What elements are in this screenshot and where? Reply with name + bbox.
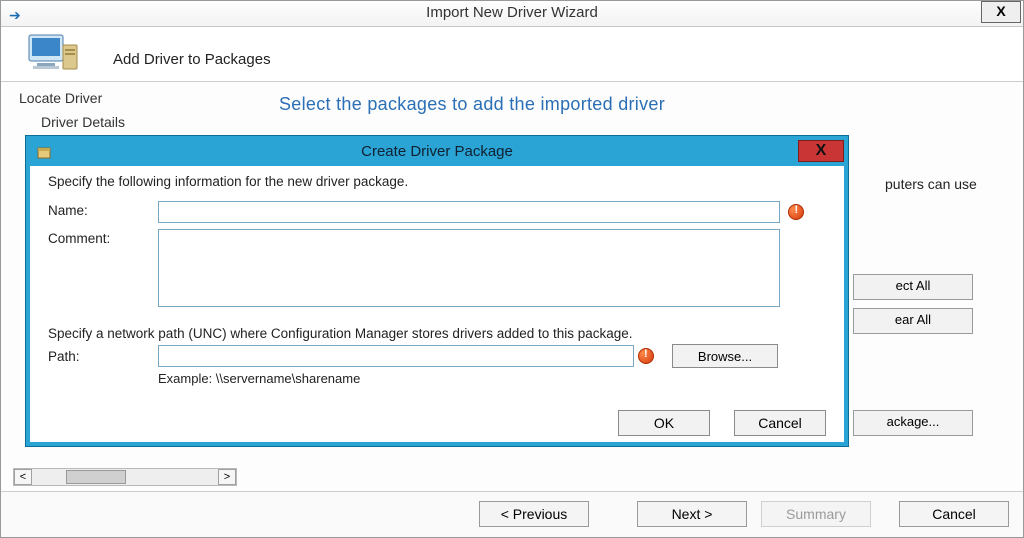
sidebar-horizontal-scrollbar[interactable]: < > bbox=[13, 468, 237, 486]
wizard-cancel-button[interactable]: Cancel bbox=[899, 501, 1009, 527]
wizard-close-button[interactable]: X bbox=[981, 1, 1021, 23]
path-row: Path: Browse... bbox=[48, 344, 826, 368]
name-error-icon bbox=[788, 204, 804, 220]
new-package-button[interactable]: ackage... bbox=[853, 410, 973, 436]
name-input[interactable] bbox=[158, 201, 780, 223]
path-label: Path: bbox=[48, 349, 158, 364]
dialog-body: Specify the following information for th… bbox=[30, 166, 844, 406]
comment-row: Comment: bbox=[48, 229, 826, 312]
clear-all-button[interactable]: ear All bbox=[853, 308, 973, 334]
ok-button[interactable]: OK bbox=[618, 410, 710, 436]
scroll-left-arrow-icon[interactable]: < bbox=[14, 469, 32, 485]
previous-button[interactable]: < Previous bbox=[479, 501, 589, 527]
dialog-instruction-2: Specify a network path (UNC) where Confi… bbox=[48, 326, 826, 341]
scroll-thumb[interactable] bbox=[66, 470, 126, 484]
sidebar-item-driver-details[interactable]: Driver Details bbox=[13, 110, 251, 134]
name-row: Name: bbox=[48, 201, 826, 223]
dialog-cancel-button[interactable]: Cancel bbox=[734, 410, 826, 436]
package-icon bbox=[36, 144, 52, 160]
path-example-hint: Example: \\servername\sharename bbox=[158, 371, 826, 386]
summary-button: Summary bbox=[761, 501, 871, 527]
wizard-title: Import New Driver Wizard bbox=[426, 4, 598, 21]
scroll-right-arrow-icon[interactable]: > bbox=[218, 469, 236, 485]
wizard-header-text: Add Driver to Packages bbox=[113, 51, 271, 68]
dialog-close-button[interactable]: X bbox=[798, 140, 844, 162]
nav-arrow-icon: ➔ bbox=[9, 7, 21, 24]
dialog-footer: OK Cancel bbox=[618, 410, 826, 436]
next-button[interactable]: Next > bbox=[637, 501, 747, 527]
dialog-instruction-1: Specify the following information for th… bbox=[48, 174, 826, 189]
dialog-titlebar: Create Driver Package X bbox=[30, 140, 844, 166]
dialog-title: Create Driver Package bbox=[361, 143, 513, 160]
comment-textarea[interactable] bbox=[158, 229, 780, 307]
page-heading: Select the packages to add the imported … bbox=[279, 94, 1011, 115]
wizard-step-list: Locate Driver Driver Details bbox=[13, 86, 251, 134]
browse-button[interactable]: Browse... bbox=[672, 344, 778, 368]
path-error-icon bbox=[638, 348, 654, 364]
wizard-footer: < Previous Next > Summary Cancel bbox=[1, 491, 1023, 537]
create-driver-package-dialog: Create Driver Package X Specify the foll… bbox=[26, 136, 848, 446]
wizard-header: Add Driver to Packages bbox=[1, 27, 1023, 82]
select-all-button[interactable]: ect All bbox=[853, 274, 973, 300]
wizard-right-pane: Select the packages to add the imported … bbox=[261, 82, 1011, 115]
name-label: Name: bbox=[48, 201, 158, 218]
path-input[interactable] bbox=[158, 345, 634, 367]
obscured-text-fragment: puters can use bbox=[885, 176, 1015, 192]
sidebar-item-locate-driver[interactable]: Locate Driver bbox=[13, 86, 251, 110]
wizard-titlebar: ➔ Import New Driver Wizard X bbox=[1, 1, 1023, 27]
comment-label: Comment: bbox=[48, 229, 158, 246]
computer-icon bbox=[23, 29, 83, 77]
